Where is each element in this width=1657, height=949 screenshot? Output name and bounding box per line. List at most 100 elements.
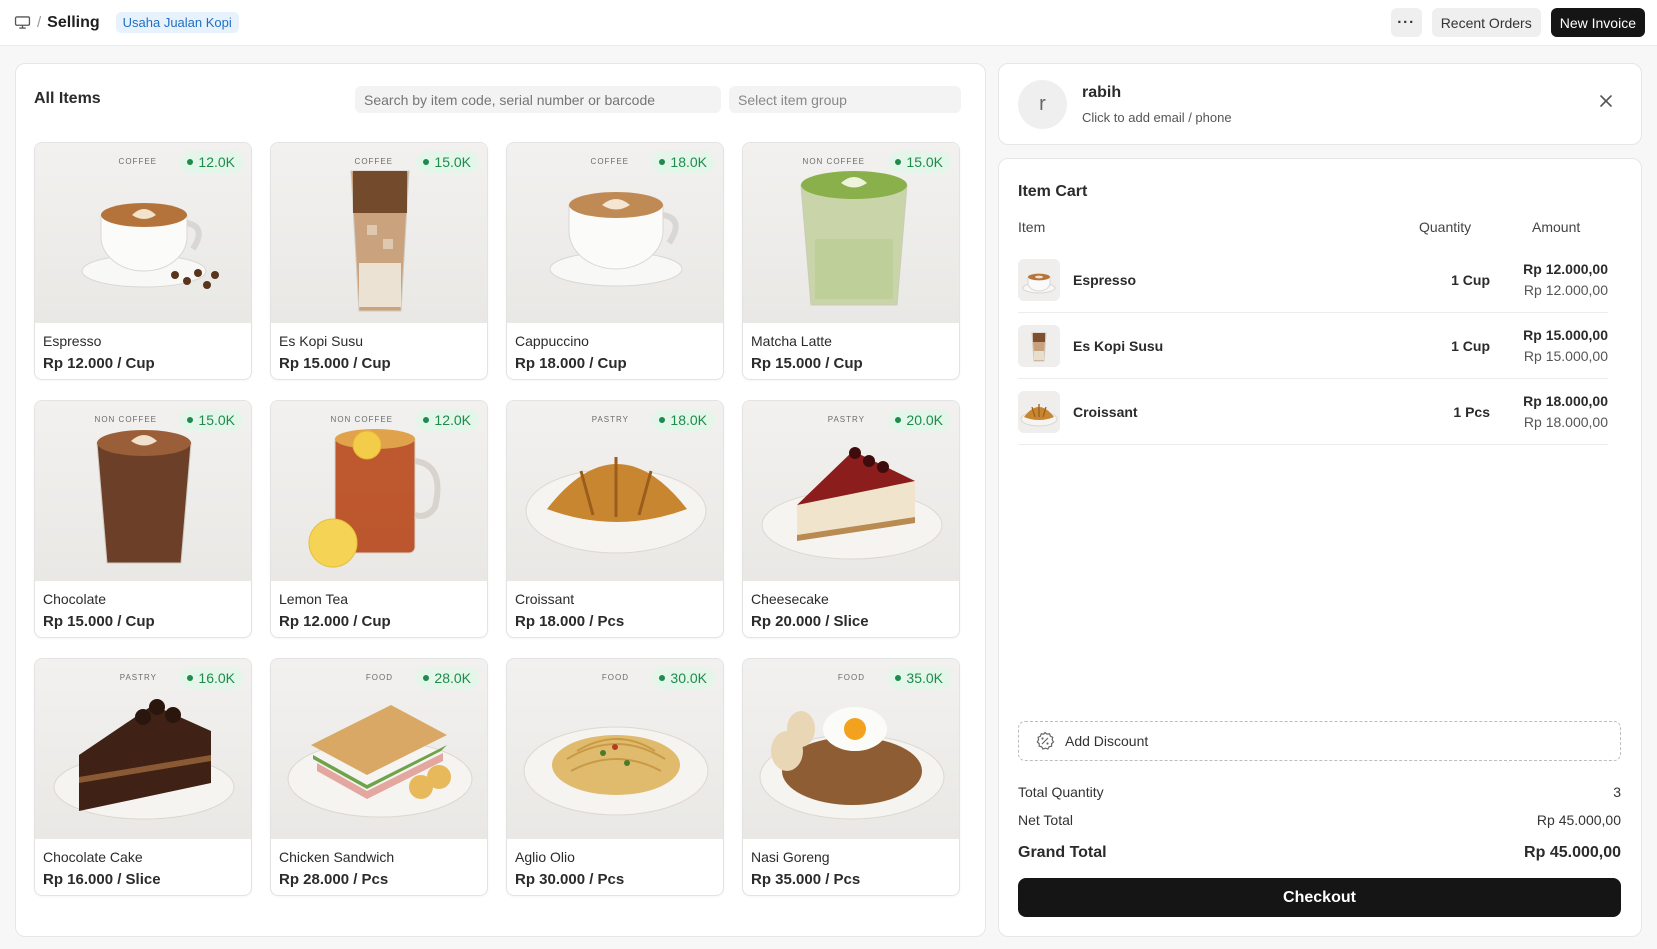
breadcrumb-separator: / xyxy=(37,14,42,31)
price-badge: 18.0K xyxy=(652,409,715,431)
item-rate: Rp 18.000 / Cup xyxy=(515,355,627,372)
item-name: Matcha Latte xyxy=(751,333,832,349)
item-category-label: PASTRY xyxy=(591,415,629,424)
item-card[interactable]: COFFEE 18.0K Cappuccino Rp 18.000 / Cup xyxy=(506,142,724,380)
item-rate: Rp 15.000 / Cup xyxy=(751,355,863,372)
item-image: FOOD 28.0K xyxy=(271,659,487,839)
price-badge-text: 15.0K xyxy=(434,154,471,170)
item-group-select[interactable]: Select item group xyxy=(729,86,961,113)
item-name: Aglio Olio xyxy=(515,849,575,865)
item-image: FOOD 30.0K xyxy=(507,659,723,839)
stock-dot-icon xyxy=(659,159,666,165)
item-card[interactable]: COFFEE 12.0K Espresso Rp 12.000 / Cup xyxy=(34,142,252,380)
new-invoice-button[interactable]: New Invoice xyxy=(1550,8,1645,37)
item-rate: Rp 35.000 / Pcs xyxy=(751,871,861,888)
cart-row[interactable]: Croissant 1 Pcs Rp 18.000,00 Rp 18.000,0… xyxy=(1018,379,1608,445)
item-card[interactable]: PASTRY 18.0K Croissant Rp 18.000 / Pcs xyxy=(506,400,724,638)
item-image: COFFEE 12.0K xyxy=(35,143,251,323)
price-badge: 30.0K xyxy=(652,667,715,689)
customer-name[interactable]: rabih xyxy=(1082,84,1121,102)
price-badge-text: 15.0K xyxy=(198,412,235,428)
stock-dot-icon xyxy=(423,417,430,423)
espresso-thumb-icon xyxy=(1018,258,1060,301)
cart-col-quantity: Quantity xyxy=(1419,219,1472,235)
item-name: Chicken Sandwich xyxy=(279,849,395,865)
page-title[interactable]: Selling xyxy=(47,14,99,32)
more-options-button[interactable]: ··· xyxy=(1390,8,1422,37)
price-badge-text: 28.0K xyxy=(434,670,471,686)
cart-row[interactable]: Espresso 1 Cup Rp 12.000,00 Rp 12.000,00 xyxy=(1018,247,1608,313)
item-name: Lemon Tea xyxy=(279,591,349,607)
total-quantity-row: Total Quantity 3 xyxy=(1018,784,1621,800)
item-rate: Rp 15.000 / Cup xyxy=(43,613,155,630)
stock-dot-icon xyxy=(659,675,666,681)
cart-col-amount: Amount xyxy=(1532,219,1581,235)
customer-panel[interactable]: r rabih Click to add email / phone xyxy=(998,63,1642,145)
desktop-icon[interactable] xyxy=(14,16,31,29)
price-badge-text: 12.0K xyxy=(434,412,471,428)
item-card[interactable]: FOOD 30.0K Aglio Olio Rp 30.000 / Pcs xyxy=(506,658,724,896)
item-card[interactable]: NON COFFEE 15.0K Chocolate Rp 15.000 / Cup xyxy=(34,400,252,638)
grand-total-row: Grand Total Rp 45.000,00 xyxy=(1018,844,1621,862)
recent-orders-button[interactable]: Recent Orders xyxy=(1431,8,1541,37)
item-card[interactable]: PASTRY 20.0K Cheesecake Rp 20.000 / Slice xyxy=(742,400,960,638)
item-name: Croissant xyxy=(515,591,575,607)
item-category-label: PASTRY xyxy=(827,415,865,424)
item-card[interactable]: FOOD 28.0K Chicken Sandwich Rp 28.000 / Pcs xyxy=(270,658,488,896)
item-rate: Rp 16.000 / Slice xyxy=(43,871,161,888)
item-card[interactable]: FOOD 35.0K Nasi Goreng Rp 35.000 / Pcs xyxy=(742,658,960,896)
add-discount-button[interactable]: Add Discount xyxy=(1018,721,1621,761)
cart-item-qty[interactable]: 1 Pcs xyxy=(1453,404,1490,420)
cart-item-qty[interactable]: 1 Cup xyxy=(1451,338,1490,354)
stock-dot-icon xyxy=(423,159,430,165)
breadcrumb: / Selling Usaha Jualan Kopi xyxy=(14,12,239,33)
item-name: Chocolate Cake xyxy=(43,849,143,865)
item-category-label: COFFEE xyxy=(354,157,393,166)
checkout-button[interactable]: Checkout xyxy=(1018,878,1621,917)
item-rate: Rp 12.000 / Cup xyxy=(43,355,155,372)
item-card[interactable]: NON COFFEE 12.0K Lemon Tea Rp 12.000 / Cup xyxy=(270,400,488,638)
item-search-input[interactable] xyxy=(355,86,721,113)
item-card[interactable]: PASTRY 16.0K Chocolate Cake Rp 16.000 / Sli… xyxy=(34,658,252,896)
cart-title: Item Cart xyxy=(1018,183,1088,200)
item-card[interactable]: COFFEE 15.0K Es Kopi Susu Rp 15.000 / Cup xyxy=(270,142,488,380)
close-icon[interactable] xyxy=(1597,92,1615,110)
item-name: Cappuccino xyxy=(515,333,589,349)
customer-contact-hint[interactable]: Click to add email / phone xyxy=(1082,110,1232,125)
item-name: Chocolate xyxy=(43,591,107,607)
item-name: Cheesecake xyxy=(751,591,829,607)
item-category-label: NON COFFEE xyxy=(330,415,393,424)
item-category-label: COFFEE xyxy=(118,157,157,166)
cart-row[interactable]: Es Kopi Susu 1 Cup Rp 15.000,00 Rp 15.00… xyxy=(1018,313,1608,379)
price-badge-text: 35.0K xyxy=(906,670,943,686)
stock-dot-icon xyxy=(187,675,194,681)
item-image: COFFEE 18.0K xyxy=(507,143,723,323)
iced-coffee-thumb-icon xyxy=(1018,324,1060,367)
item-image: PASTRY 16.0K xyxy=(35,659,251,839)
stock-dot-icon xyxy=(895,675,902,681)
price-badge-text: 18.0K xyxy=(670,154,707,170)
cart-item-name: Croissant xyxy=(1073,403,1138,420)
price-badge: 12.0K xyxy=(180,151,243,173)
grand-total-label: Grand Total xyxy=(1018,844,1107,861)
cart-item-name: Es Kopi Susu xyxy=(1073,337,1164,354)
item-rate: Rp 28.000 / Pcs xyxy=(279,871,389,888)
total-quantity-value: 3 xyxy=(1613,784,1621,800)
cart-item-qty[interactable]: 1 Cup xyxy=(1451,272,1490,288)
item-name: Es Kopi Susu xyxy=(279,333,364,349)
company-badge: Usaha Jualan Kopi xyxy=(115,12,239,33)
stock-dot-icon xyxy=(659,417,666,423)
top-bar: / Selling Usaha Jualan Kopi ··· Recent O… xyxy=(0,0,1657,46)
cart-item-rate: Rp 15.000,00 xyxy=(1523,348,1608,364)
item-card[interactable]: NON COFFEE 15.0K Matcha Latte Rp 15.000 / C… xyxy=(742,142,960,380)
price-badge: 18.0K xyxy=(652,151,715,173)
item-category-label: NON COFFEE xyxy=(802,157,865,166)
item-grid: COFFEE 12.0K Espresso Rp 12.000 / Cup COFFEE… xyxy=(34,142,960,896)
item-image: NON COFFEE 12.0K xyxy=(271,401,487,581)
item-category-label: FOOD xyxy=(601,673,629,682)
item-category-label: PASTRY xyxy=(119,673,157,682)
price-badge: 12.0K xyxy=(416,409,479,431)
items-panel: All Items Select item group COFFEE 12.0K E… xyxy=(15,63,986,937)
item-category-label: FOOD xyxy=(837,673,865,682)
item-rate: Rp 30.000 / Pcs xyxy=(515,871,625,888)
